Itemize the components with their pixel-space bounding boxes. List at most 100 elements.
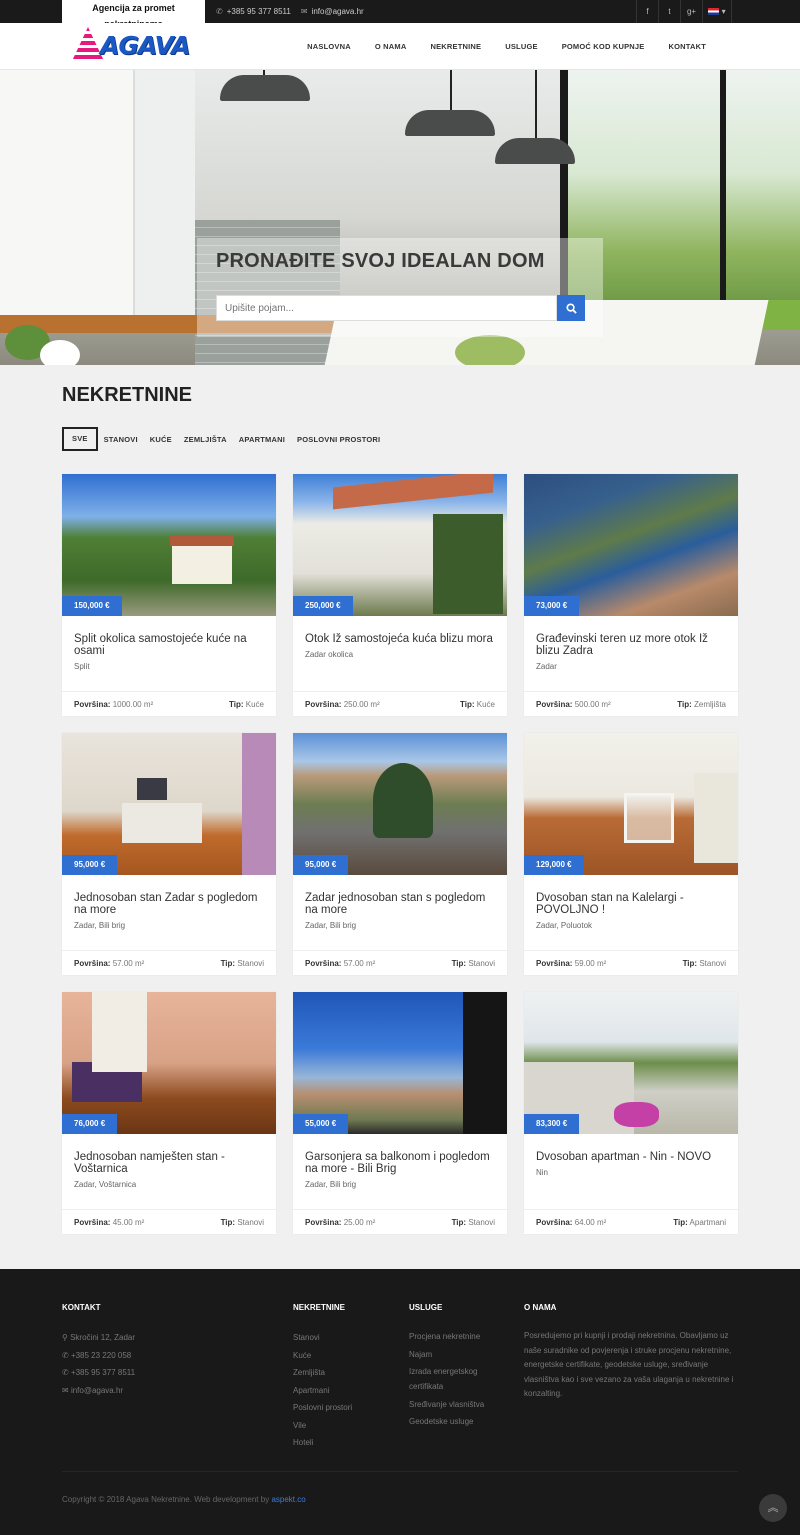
filter-zemljista[interactable]: ZEMLJIŠTA <box>178 435 233 444</box>
property-location: Zadar, Voštarnica <box>74 1180 137 1189</box>
envelope-icon: ✉ <box>300 7 308 16</box>
property-title[interactable]: Otok Iž samostojeća kuća blizu mora <box>305 633 495 645</box>
filter-sve[interactable]: SVE <box>62 427 98 451</box>
property-location: Zadar okolica <box>305 650 354 659</box>
property-card[interactable]: 250,000 € Otok Iž samostojeća kuća blizu… <box>293 474 507 716</box>
property-photo[interactable] <box>293 733 507 875</box>
filter-apartmani[interactable]: APARTMANI <box>233 435 291 444</box>
filter-poslovni-prostori[interactable]: POSLOVNI PROSTORI <box>291 435 386 444</box>
top-email[interactable]: ✉ info@agava.hr <box>301 0 364 23</box>
footer-link[interactable]: Apartmani <box>293 1382 352 1400</box>
nav-naslovna[interactable]: NASLOVNA <box>295 23 363 70</box>
property-area: 64.00 m² <box>574 1218 607 1227</box>
property-title[interactable]: Split okolica samostojeće kuće na osami <box>74 633 264 657</box>
property-type: Kuće <box>476 700 495 709</box>
main-menu: NASLOVNA O NAMA NEKRETNINE USLUGE POMOĆ … <box>295 23 718 70</box>
search-input[interactable] <box>216 295 557 321</box>
price-badge: 129,000 € <box>524 855 584 875</box>
property-area: 57.00 m² <box>343 959 376 968</box>
property-photo[interactable] <box>62 992 276 1134</box>
footer-link[interactable]: Hoteli <box>293 1434 352 1452</box>
nav-o-nama[interactable]: O NAMA <box>363 23 419 70</box>
nav-kontakt[interactable]: KONTAKT <box>656 23 718 70</box>
property-title[interactable]: Jednosoban stan Zadar s pogledom na more <box>74 892 264 916</box>
property-location: Zadar, Bili brig <box>305 1180 357 1189</box>
footer-link[interactable]: Geodetske usluge <box>409 1414 499 1429</box>
property-location: Zadar <box>536 662 557 671</box>
croatian-flag-icon <box>708 8 720 16</box>
phone-icon: ✆ <box>62 1350 69 1360</box>
footer-services-heading: USLUGE <box>409 1303 443 1312</box>
price-badge: 250,000 € <box>293 596 353 616</box>
property-card[interactable]: 129,000 € Dvosoban stan na Kalelargi - P… <box>524 733 738 975</box>
price-badge: 73,000 € <box>524 596 580 616</box>
property-photo[interactable] <box>293 474 507 616</box>
footer-link[interactable]: Poslovni prostori <box>293 1399 352 1417</box>
property-card[interactable]: 95,000 € Jednosoban stan Zadar s pogledo… <box>62 733 276 975</box>
property-card[interactable]: 83,300 € Dvosoban apartman - Nin - NOVO … <box>524 992 738 1234</box>
property-title[interactable]: Garsonjera sa balkonom i pogledom na mor… <box>305 1151 495 1175</box>
google-plus-icon[interactable]: g+ <box>680 0 702 23</box>
footer-link[interactable]: Sređivanje vlasništva <box>409 1397 499 1412</box>
property-photo[interactable] <box>524 733 738 875</box>
price-badge: 55,000 € <box>293 1114 349 1134</box>
property-title[interactable]: Građevinski teren uz more otok Iž blizu … <box>536 633 726 657</box>
footer-link[interactable]: Vile <box>293 1417 352 1435</box>
nav-usluge[interactable]: USLUGE <box>493 23 549 70</box>
property-photo[interactable] <box>524 474 738 616</box>
phone-icon: ✆ <box>216 7 223 16</box>
search-button[interactable] <box>557 295 585 321</box>
property-title[interactable]: Zadar jednosoban stan s pogledom na more <box>305 892 495 916</box>
footer-link[interactable]: Zemljišta <box>293 1364 352 1382</box>
property-area: 25.00 m² <box>343 1218 376 1227</box>
map-marker-icon: ⚲ <box>62 1333 68 1342</box>
logo-text: AGAVA <box>100 31 191 60</box>
footer-link[interactable]: Najam <box>409 1347 499 1362</box>
language-selector[interactable]: ▾ <box>702 0 732 23</box>
property-card[interactable]: 73,000 € Građevinski teren uz more otok … <box>524 474 738 716</box>
property-type: Stanovi <box>237 959 264 968</box>
property-area: 57.00 m² <box>112 959 145 968</box>
footer-properties-links: Stanovi Kuće Zemljišta Apartmani Poslovn… <box>293 1329 352 1452</box>
nav-pomoc-kod-kupnje[interactable]: POMOĆ KOD KUPNJE <box>550 23 657 70</box>
property-card[interactable]: 76,000 € Jednosoban namješten stan - Voš… <box>62 992 276 1234</box>
property-location: Split <box>74 662 90 671</box>
footer-link[interactable]: Procjena nekretnine <box>409 1329 499 1344</box>
property-card[interactable]: 95,000 € Zadar jednosoban stan s pogledo… <box>293 733 507 975</box>
property-photo[interactable] <box>62 474 276 616</box>
top-contact: ✆ +385 95 377 8511 ✉ info@agava.hr <box>216 0 364 23</box>
mobile-icon: ✆ <box>62 1368 69 1377</box>
scroll-to-top-button[interactable]: ︽ <box>759 1494 787 1522</box>
footer-link[interactable]: Izrada energetskog certifikata <box>409 1364 499 1394</box>
top-phone[interactable]: ✆ +385 95 377 8511 <box>216 0 291 23</box>
property-title[interactable]: Dvosoban apartman - Nin - NOVO <box>536 1151 726 1163</box>
property-photo[interactable] <box>62 733 276 875</box>
property-title[interactable]: Jednosoban namješten stan - Voštarnica <box>74 1151 264 1175</box>
copyright: Copyright © 2018 Agava Nekretnine. Web d… <box>62 1495 306 1504</box>
pendant-lamp <box>495 138 575 164</box>
main-navbar: AGAVA NASLOVNA O NAMA NEKRETNINE USLUGE … <box>0 23 800 70</box>
property-meta: Površina: 25.00 m² Tip: Stanovi <box>293 1209 507 1234</box>
nav-nekretnine[interactable]: NEKRETNINE <box>418 23 493 70</box>
facebook-icon[interactable]: f <box>636 0 658 23</box>
property-area: 59.00 m² <box>574 959 607 968</box>
property-type: Stanovi <box>237 1218 264 1227</box>
property-location: Zadar, Bili brig <box>305 921 357 930</box>
site-logo[interactable]: AGAVA <box>70 25 198 65</box>
twitter-icon[interactable]: t <box>658 0 680 23</box>
property-card[interactable]: 150,000 € Split okolica samostojeće kuće… <box>62 474 276 716</box>
filter-kuce[interactable]: KUĆE <box>144 435 178 444</box>
property-meta: Površina: 59.00 m² Tip: Stanovi <box>524 950 738 975</box>
pendant-lamp <box>405 110 495 136</box>
filter-stanovi[interactable]: STANOVI <box>98 435 144 444</box>
top-bar: Agencija za promet nekretninama ✆+385 95… <box>0 0 800 29</box>
property-card[interactable]: 55,000 € Garsonjera sa balkonom i pogled… <box>293 992 507 1234</box>
footer-services-links: Procjena nekretnine Najam Izrada energet… <box>409 1329 499 1429</box>
developer-link[interactable]: aspekt.co <box>271 1495 305 1504</box>
property-photo[interactable] <box>524 992 738 1134</box>
property-title[interactable]: Dvosoban stan na Kalelargi - POVOLJNO ! <box>536 892 726 916</box>
footer-link[interactable]: Kuće <box>293 1347 352 1365</box>
footer-link[interactable]: Stanovi <box>293 1329 352 1347</box>
property-photo[interactable] <box>293 992 507 1134</box>
footer-about-text: Posredujemo pri kupnji i prodaji nekretn… <box>524 1331 734 1398</box>
